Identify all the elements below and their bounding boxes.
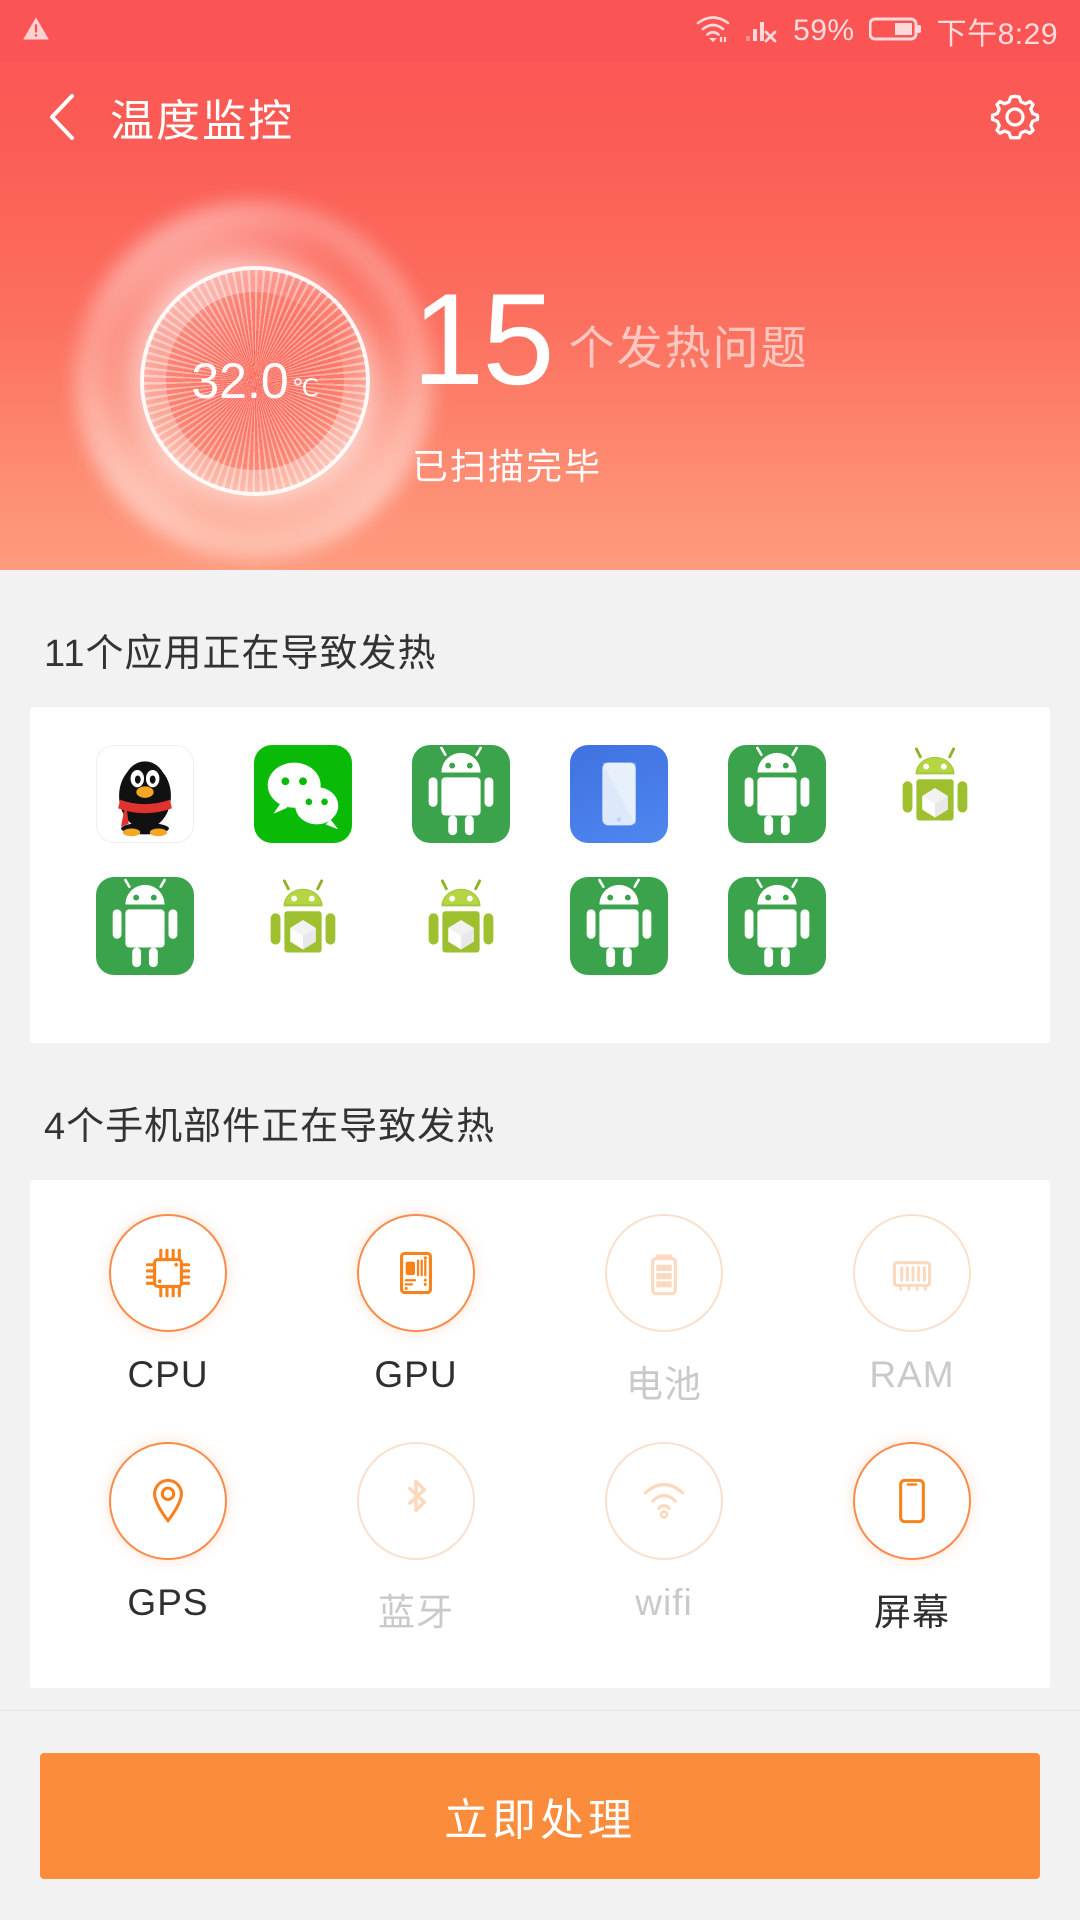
- app-icon-android-app-8[interactable]: [727, 877, 826, 975]
- app-cell[interactable]: [540, 745, 698, 843]
- app-icon-android-app-4[interactable]: [95, 877, 194, 975]
- navigation-bar: 温度监控: [0, 62, 1080, 172]
- component-icon-ring: [357, 1442, 475, 1560]
- component-cell-电池[interactable]: 电池: [540, 1214, 788, 1408]
- app-cell[interactable]: [698, 745, 856, 843]
- status-bar: 59% 下午8:29: [0, 0, 1080, 62]
- component-icon-ring: [109, 1214, 227, 1332]
- component-icon-ring: [109, 1442, 227, 1560]
- issue-count: 15: [412, 266, 555, 412]
- app-icon-android-app-7[interactable]: [569, 877, 668, 975]
- android-robot-icon: [744, 746, 810, 836]
- app-icon-android-app-6[interactable]: [412, 877, 510, 975]
- scan-summary: 15 个发热问题 已扫描完毕: [412, 266, 1032, 490]
- component-label: GPS: [127, 1582, 209, 1623]
- app-icon-blue-app[interactable]: [569, 745, 668, 843]
- back-button[interactable]: [34, 89, 90, 145]
- chevron-left-icon: [50, 94, 74, 140]
- scan-status-label: 已扫描完毕: [412, 445, 603, 487]
- page-title: 温度监控: [110, 97, 294, 146]
- clock-label: 下午8:29: [936, 18, 1058, 51]
- wechat-icon: [267, 762, 339, 830]
- component-label: CPU: [127, 1354, 209, 1395]
- component-cell-ram[interactable]: RAM: [788, 1214, 1036, 1408]
- app-icon-android-app-5[interactable]: [254, 877, 352, 975]
- app-icon-qq[interactable]: [95, 745, 194, 843]
- component-label: wifi: [635, 1582, 693, 1623]
- component-icon-ring: [357, 1214, 475, 1332]
- header-hero: 59% 下午8:29 温度监控 32.0 ℃ 15 个发热问题 已扫描完毕: [0, 0, 1080, 570]
- android-robot-icon: [112, 878, 178, 968]
- battery-icon: [651, 1254, 677, 1296]
- component-cell-cpu[interactable]: CPU: [44, 1214, 292, 1408]
- app-cell[interactable]: [382, 877, 540, 975]
- settings-button[interactable]: [984, 86, 1046, 148]
- component-icon-ring: [605, 1442, 723, 1560]
- component-icon-ring: [853, 1442, 971, 1560]
- app-cell[interactable]: [224, 877, 382, 975]
- component-label: 蓝牙: [378, 1592, 454, 1633]
- process-now-button[interactable]: 立即处理: [40, 1752, 1040, 1879]
- app-cell[interactable]: [540, 877, 698, 975]
- app-cell[interactable]: [224, 745, 382, 843]
- android-3d-robot-icon: [902, 747, 968, 821]
- component-cell-蓝牙[interactable]: 蓝牙: [292, 1442, 540, 1636]
- app-cell[interactable]: [66, 745, 224, 843]
- app-icon-android-app-1[interactable]: [411, 745, 510, 843]
- app-cell[interactable]: [698, 877, 856, 975]
- app-icon-android-app-3[interactable]: [886, 745, 984, 843]
- component-cell-gpu[interactable]: GPU: [292, 1214, 540, 1408]
- app-icon-wechat[interactable]: [253, 745, 352, 843]
- temperature-value: 32.0: [191, 353, 289, 409]
- gear-icon: [990, 94, 1040, 140]
- component-cell-wifi[interactable]: wifi: [540, 1442, 788, 1636]
- qq-penguin-icon: [118, 761, 172, 837]
- app-cell[interactable]: [66, 877, 224, 975]
- bottom-action-bar: 立即处理: [0, 1710, 1080, 1920]
- android-robot-icon: [744, 878, 810, 968]
- app-icon-grid: [30, 707, 1050, 1043]
- android-robot-icon: [586, 878, 652, 968]
- ram-memory-icon: [892, 1261, 932, 1291]
- component-cell-gps[interactable]: GPS: [44, 1442, 292, 1636]
- blue-phone-icon: [602, 762, 636, 826]
- battery-icon: [868, 15, 923, 48]
- wifi-icon: [695, 14, 731, 49]
- wifi-icon: [643, 1482, 685, 1519]
- component-label: 电池: [626, 1364, 702, 1405]
- component-label: 屏幕: [874, 1592, 950, 1633]
- apps-section-title: 11个应用正在导致发热: [44, 633, 437, 675]
- component-label: RAM: [869, 1354, 955, 1395]
- android-3d-robot-icon: [270, 879, 336, 953]
- bluetooth-icon: [408, 1479, 427, 1513]
- app-cell[interactable]: [382, 745, 540, 843]
- temperature-dial: 32.0 ℃: [140, 266, 370, 496]
- warning-triangle-icon: [22, 15, 50, 48]
- location-pin-icon: [153, 1478, 183, 1524]
- signal-no-service-icon: [745, 14, 779, 49]
- app-icon-android-app-2[interactable]: [727, 745, 826, 843]
- gpu-board-icon: [400, 1251, 432, 1295]
- components-section-title: 4个手机部件正在导致发热: [44, 1106, 496, 1148]
- component-icon-ring: [853, 1214, 971, 1332]
- component-label: GPU: [374, 1354, 458, 1395]
- screen-phone-icon: [899, 1478, 925, 1524]
- android-3d-robot-icon: [428, 879, 494, 953]
- battery-percent-label: 59%: [793, 14, 855, 47]
- app-cell[interactable]: [856, 745, 1014, 843]
- cpu-chip-icon: [145, 1248, 191, 1298]
- component-cell-屏幕[interactable]: 屏幕: [788, 1442, 1036, 1636]
- component-icon-ring: [605, 1214, 723, 1332]
- scroll-content[interactable]: 11个应用正在导致发热 4个手机部件正在导致发热 CPU GPU 电池 RAM GPS 蓝…: [0, 570, 1080, 1710]
- component-grid: CPU GPU 电池 RAM GPS 蓝牙 wifi 屏幕: [30, 1180, 1050, 1688]
- android-robot-icon: [428, 746, 494, 836]
- issue-count-unit: 个发热问题: [568, 321, 809, 374]
- temperature-unit: ℃: [291, 374, 319, 402]
- apps-card: [30, 707, 1050, 1043]
- components-card: CPU GPU 电池 RAM GPS 蓝牙 wifi 屏幕: [30, 1180, 1050, 1688]
